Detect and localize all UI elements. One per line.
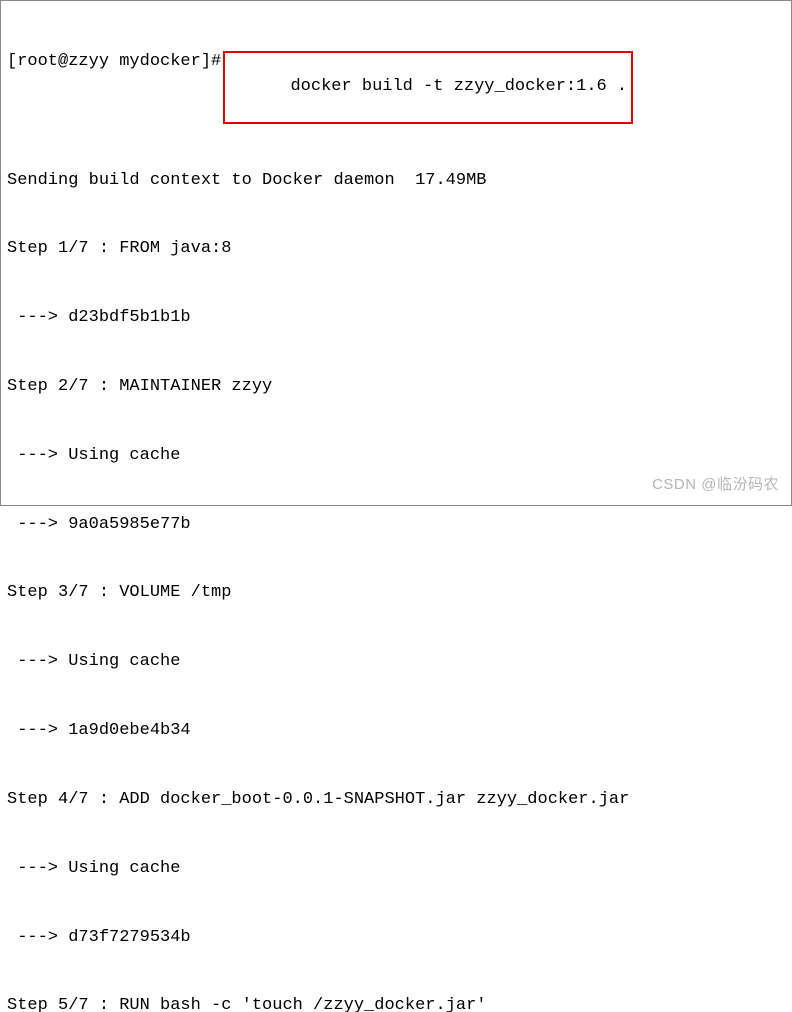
watermark-text: CSDN @临汾码农 xyxy=(652,475,779,495)
command-text: docker build -t zzyy_docker:1.6 . xyxy=(290,77,627,96)
output-line: ---> d23bdf5b1b1b xyxy=(7,307,785,330)
terminal-output: [root@zzyy mydocker]# docker build -t zz… xyxy=(1,1,791,1012)
output-line: Step 4/7 : ADD docker_boot-0.0.1-SNAPSHO… xyxy=(7,789,785,812)
command-line: [root@zzyy mydocker]# docker build -t zz… xyxy=(7,51,785,124)
output-line: ---> d73f7279534b xyxy=(7,927,785,950)
command-highlight: docker build -t zzyy_docker:1.6 . xyxy=(223,51,633,124)
output-line: ---> 1a9d0ebe4b34 xyxy=(7,720,785,743)
output-line: ---> Using cache xyxy=(7,445,785,468)
output-line: ---> 9a0a5985e77b xyxy=(7,514,785,537)
output-line: ---> Using cache xyxy=(7,858,785,881)
output-line: Sending build context to Docker daemon 1… xyxy=(7,170,785,193)
output-line: ---> Using cache xyxy=(7,651,785,674)
output-line: Step 5/7 : RUN bash -c 'touch /zzyy_dock… xyxy=(7,995,785,1012)
shell-prompt: [root@zzyy mydocker]# xyxy=(7,51,221,74)
output-line: Step 1/7 : FROM java:8 xyxy=(7,238,785,261)
output-line: Step 3/7 : VOLUME /tmp xyxy=(7,582,785,605)
output-line: Step 2/7 : MAINTAINER zzyy xyxy=(7,376,785,399)
